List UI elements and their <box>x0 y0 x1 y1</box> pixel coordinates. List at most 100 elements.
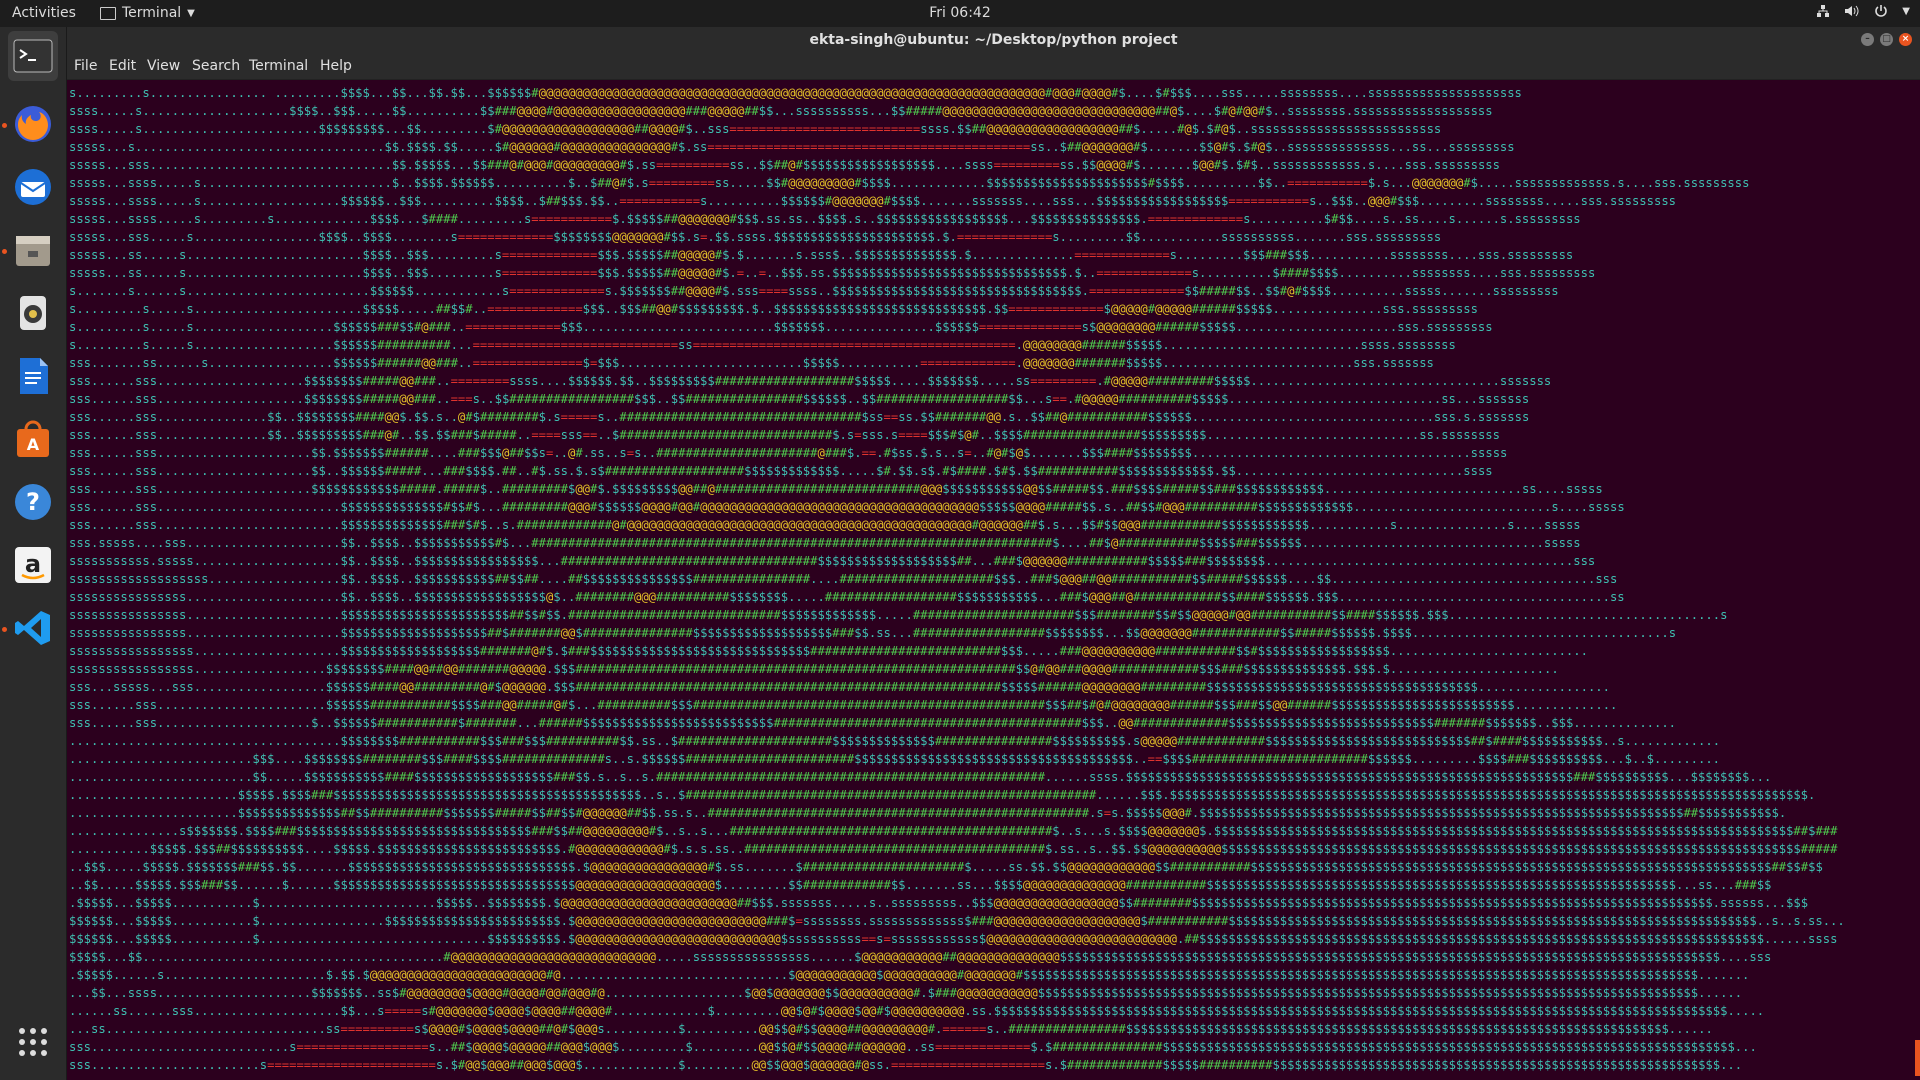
menu-file[interactable]: File <box>74 58 97 74</box>
menu-view[interactable]: View <box>147 58 180 74</box>
terminal-line: ...........$$$$$.$$$##$$$$$$$$$$....$$$$… <box>69 842 1838 856</box>
terminal-line: s.........s................ .........$$$… <box>69 86 1522 100</box>
vscode-icon <box>15 611 50 645</box>
terminal-line: sssssssssssssssss..................$$$$$… <box>69 662 1559 676</box>
thunderbird-icon <box>15 169 51 205</box>
terminal-line: sssss...ss.....s........................… <box>69 266 1596 280</box>
terminal-line: ..$$.....$$$$$.$$$###$$......$......$$$$… <box>69 878 1772 892</box>
dock: A ? a <box>0 27 67 1080</box>
terminal-line: ssssssssssssssss.....................$$$… <box>69 608 1728 622</box>
dock-thunderbird[interactable] <box>8 162 58 212</box>
help-icon: ? <box>15 484 51 520</box>
firefox-icon <box>15 106 51 142</box>
close-button[interactable]: × <box>1899 33 1912 46</box>
menu-edit[interactable]: Edit <box>109 58 136 74</box>
dock-show-apps[interactable] <box>8 1017 58 1067</box>
terminal-line: ...ss..............................ss===… <box>69 1022 1713 1036</box>
terminal-icon <box>13 39 53 73</box>
terminal-line: sss.......ss......s.................$$$$… <box>69 356 1434 370</box>
minimize-button[interactable]: – <box>1861 33 1874 46</box>
terminal-line: .......................$$$$$$$$$$$$$$##$… <box>69 806 1787 820</box>
terminal-line: sssssssssssssssss....................$$$… <box>69 644 1588 658</box>
terminal-line: $$$$$$...$$$$$...........$..............… <box>69 914 1845 928</box>
svg-text:?: ? <box>26 488 40 516</box>
app-menu-label: Terminal <box>122 5 182 21</box>
menu-help[interactable]: Help <box>320 58 352 74</box>
terminal-line: ..$$$.....$$$$$.$$$$$$$###$$.$$.......$$… <box>69 860 1823 874</box>
top-bar: Activities Terminal ▼ Fri 06:42 ▼ <box>0 0 1920 27</box>
chevron-down-icon: ▼ <box>187 7 195 19</box>
terminal-line: sss.......................s=============… <box>69 1058 1743 1072</box>
ascii-art-output: s.........s................ .........$$$… <box>67 80 1920 1078</box>
terminal-line: sssss...ss.....s........................… <box>69 248 1574 262</box>
terminal-small-icon <box>100 6 116 20</box>
terminal-line: sss...sssss...sss..................$$$$$… <box>69 680 1610 694</box>
libreoffice-writer-icon <box>20 358 48 394</box>
files-icon <box>16 236 50 266</box>
terminal-line: .$$$$$...$$$$$...........$..............… <box>69 896 1809 910</box>
scrollbar-indicator[interactable] <box>1915 1040 1920 1076</box>
menu-search[interactable]: Search <box>192 58 240 74</box>
software-center-icon: A <box>17 420 49 457</box>
terminal-line: sss......sss.........................$$$… <box>69 518 1581 532</box>
terminal-output[interactable]: s.........s................ .........$$$… <box>67 80 1920 1080</box>
app-menu[interactable]: Terminal ▼ <box>100 5 195 21</box>
dock-files[interactable] <box>8 225 58 275</box>
terminal-line: sss.sssss....sss.....................$$.… <box>69 536 1581 550</box>
running-indicator <box>2 123 7 128</box>
dock-rhythmbox[interactable] <box>8 288 58 338</box>
terminal-line: s.......s......s........................… <box>69 284 1559 298</box>
terminal-line: s.........s.....s...................$$$$… <box>69 338 1456 352</box>
rhythmbox-icon <box>20 296 46 330</box>
terminal-line: s.........s.....s.......................… <box>69 302 1478 316</box>
terminal-line: sss...........................s=========… <box>69 1040 1757 1054</box>
volume-icon <box>1845 5 1859 17</box>
svg-text:a: a <box>25 550 41 578</box>
terminal-line: sss......sss....................$$$$$$$$… <box>69 374 1552 388</box>
chevron-down-icon: ▼ <box>1902 5 1910 17</box>
amazon-icon: a <box>15 547 51 583</box>
terminal-line: .........................$$$....$$$$$$$$… <box>69 752 1721 766</box>
dock-writer[interactable] <box>8 351 58 401</box>
terminal-line: .........................$$.....$$$$$$$$… <box>69 770 1772 784</box>
terminal-line: sss......sss.....................$$.$$$$… <box>69 446 1508 460</box>
terminal-line: $$$$$$...$$$$$...........$..............… <box>69 932 1838 946</box>
terminal-line: sss......sss...............$$..$$$$$$$$$… <box>69 428 1500 442</box>
terminal-line: ...............s$$$$$$$.$$$$###$$$$$$$$$… <box>69 824 1838 838</box>
terminal-line: sssss...ssss.....s.........s............… <box>69 212 1581 226</box>
terminal-line: sssss...ssss.....s......................… <box>69 176 1750 190</box>
svg-text:A: A <box>27 435 40 454</box>
maximize-button[interactable]: □ <box>1880 33 1893 46</box>
terminal-line: .....................................$$$… <box>69 734 1721 748</box>
terminal-line: ssss.....s....................$$$$..$$$.… <box>69 104 1493 118</box>
terminal-line: sssssssssss.sssss....................$$.… <box>69 554 1596 568</box>
dock-vscode[interactable] <box>8 603 58 653</box>
terminal-line: ssssssssssssssss.....................$$.… <box>69 590 1625 604</box>
dock-terminal[interactable] <box>8 31 58 81</box>
dock-help[interactable]: ? <box>8 477 58 527</box>
terminal-line: sss......sss....................$$$$$$$$… <box>69 392 1530 406</box>
dock-firefox[interactable] <box>8 99 58 149</box>
dock-amazon[interactable]: a <box>8 540 58 590</box>
terminal-line: sss......sss...............$$..$$$$$$$$#… <box>69 410 1530 424</box>
menu-bar: File Edit View Search Terminal Help <box>67 53 1920 80</box>
terminal-line: sssss...sss.....s.................$$$$..… <box>69 230 1442 244</box>
terminal-line: $$$$$...$$..............................… <box>69 950 1772 964</box>
terminal-line: sss......sss.......................$$$$$… <box>69 698 1618 712</box>
terminal-line: .$$$$$......s......................$.$$.… <box>69 968 1750 982</box>
terminal-line: .......................$$$$$.$$$$###$$$$… <box>69 788 1816 802</box>
terminal-line: sssss...s...............................… <box>69 140 1515 154</box>
menu-terminal[interactable]: Terminal <box>249 58 308 74</box>
terminal-line: ...$$...ssss.....................$$$$$$$… <box>69 986 1743 1000</box>
terminal-line: ......ss......sss....................$$.… <box>69 1004 1765 1018</box>
clock[interactable]: Fri 06:42 <box>929 5 990 21</box>
activities-button[interactable]: Activities <box>12 5 76 21</box>
terminal-line: sss......sss.........................$$$… <box>69 500 1625 514</box>
window-title: ekta-singh@ubuntu: ~/Desktop/python proj… <box>809 32 1178 48</box>
dock-software[interactable]: A <box>8 414 58 464</box>
network-icon <box>1817 5 1830 17</box>
system-tray[interactable]: ▼ <box>1816 4 1910 18</box>
window-titlebar[interactable]: ekta-singh@ubuntu: ~/Desktop/python proj… <box>67 27 1920 53</box>
power-icon <box>1875 5 1888 17</box>
terminal-line: sss......sss.....................$$..$$$… <box>69 464 1493 478</box>
